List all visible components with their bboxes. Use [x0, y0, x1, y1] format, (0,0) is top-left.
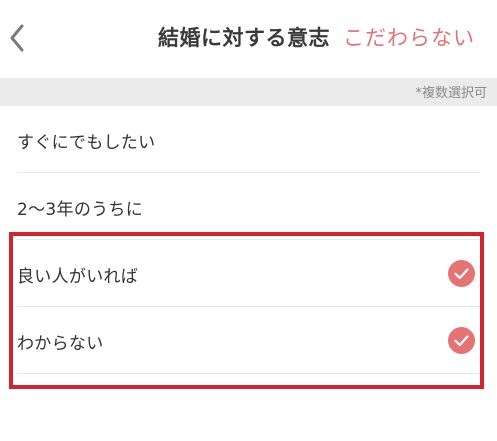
chevron-left-icon — [10, 24, 24, 52]
option-label: わからない — [17, 334, 104, 354]
header: 結婚に対する意志 こだわらない — [0, 0, 497, 78]
back-button[interactable] — [2, 18, 32, 58]
divider — [17, 373, 480, 374]
option-label: すぐにでもしたい — [17, 133, 156, 153]
screen: 結婚に対する意志 こだわらない *複数選択可 すぐにでもしたい 2〜3年のうちに… — [0, 0, 497, 441]
multi-select-note: *複数選択可 — [415, 86, 487, 101]
check-circle-icon — [448, 327, 475, 354]
option-item-within-years[interactable]: 2〜3年のうちに — [0, 173, 497, 240]
check-circle-icon — [448, 260, 475, 287]
option-item-asap[interactable]: すぐにでもしたい — [0, 106, 497, 173]
page-title: 結婚に対する意志 — [158, 26, 330, 50]
multi-select-bar: *複数選択可 — [0, 78, 497, 106]
indifferent-button[interactable]: こだわらない — [343, 22, 475, 52]
option-label: 良い人がいれば — [17, 267, 139, 287]
option-item-if-good-person[interactable]: 良い人がいれば — [0, 240, 497, 307]
option-label: 2〜3年のうちに — [17, 200, 144, 220]
option-item-not-sure[interactable]: わからない — [0, 307, 497, 374]
